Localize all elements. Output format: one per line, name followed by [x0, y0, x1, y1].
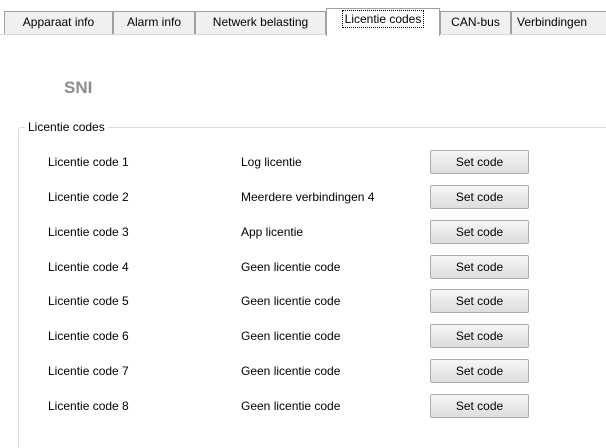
tab-label: Verbindingen: [517, 15, 588, 29]
tab-label: CAN-bus: [451, 15, 500, 29]
set-code-button-8[interactable]: Set code: [430, 394, 529, 418]
tab-strip: Apparaat info Alarm info Netwerk belasti…: [0, 0, 606, 36]
license-code-label: Licentie code 7: [48, 364, 129, 378]
license-code-label: Licentie code 2: [48, 190, 129, 204]
license-code-label: Licentie code 8: [48, 399, 129, 413]
set-code-button-2[interactable]: Set code: [430, 185, 529, 209]
license-code-label: Licentie code 6: [48, 329, 129, 343]
license-row: Licentie code 3 App licentie Set code: [0, 220, 606, 246]
license-row: Licentie code 1 Log licentie Set code: [0, 150, 606, 176]
set-code-button-6[interactable]: Set code: [430, 324, 529, 348]
tab-label: Alarm info: [126, 15, 182, 29]
license-row: Licentie code 4 Geen licentie code Set c…: [0, 255, 606, 281]
license-code-label: Licentie code 4: [48, 260, 129, 274]
license-row: Licentie code 6 Geen licentie code Set c…: [0, 324, 606, 350]
license-codes-window: Apparaat info Alarm info Netwerk belasti…: [0, 0, 606, 448]
tab-strip-divider: [0, 34, 606, 35]
license-code-value: App licentie: [241, 225, 304, 239]
set-code-button-4[interactable]: Set code: [430, 255, 529, 279]
set-code-button-7[interactable]: Set code: [430, 359, 529, 383]
set-code-button-3[interactable]: Set code: [430, 220, 529, 244]
company-label: SNI: [64, 78, 93, 97]
set-code-button-1[interactable]: Set code: [430, 150, 529, 174]
tab-label: Licentie codes: [341, 10, 425, 28]
tab-can-bus[interactable]: CAN-bus: [440, 11, 511, 34]
tab-alarm-info[interactable]: Alarm info: [113, 11, 195, 34]
license-row: Licentie code 7 Geen licentie code Set c…: [0, 359, 606, 385]
set-code-button-5[interactable]: Set code: [430, 289, 529, 313]
license-code-label: Licentie code 3: [48, 225, 129, 239]
license-code-value: Geen licentie code: [241, 399, 341, 413]
license-row: Licentie code 5 Geen licentie code Set c…: [0, 289, 606, 315]
tab-label: Netwerk belasting: [212, 15, 309, 29]
tab-verbindingen[interactable]: Verbindingen: [511, 11, 606, 34]
license-code-value: Meerdere verbindingen 4: [241, 190, 375, 204]
tab-label: Apparaat info: [22, 15, 95, 29]
groupbox-title: Licentie codes: [25, 119, 108, 135]
license-code-value: Geen licentie code: [241, 260, 341, 274]
license-code-value: Geen licentie code: [241, 294, 341, 308]
tab-apparaat-info[interactable]: Apparaat info: [4, 11, 113, 34]
tab-licentie-codes[interactable]: Licentie codes: [326, 8, 440, 36]
license-code-value: Log licentie: [241, 155, 302, 169]
license-code-value: Geen licentie code: [241, 329, 341, 343]
tab-netwerk-belasting[interactable]: Netwerk belasting: [195, 11, 326, 34]
license-code-value: Geen licentie code: [241, 364, 341, 378]
license-code-label: Licentie code 1: [48, 155, 129, 169]
license-row: Licentie code 8 Geen licentie code Set c…: [0, 394, 606, 420]
license-code-label: Licentie code 5: [48, 294, 129, 308]
license-row: Licentie code 2 Meerdere verbindingen 4 …: [0, 185, 606, 211]
